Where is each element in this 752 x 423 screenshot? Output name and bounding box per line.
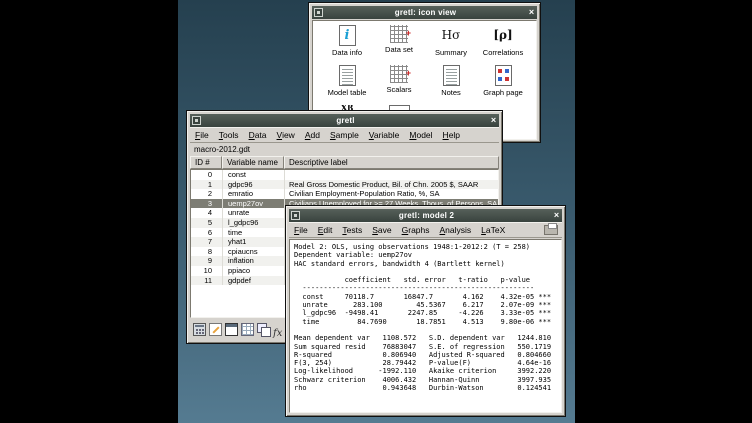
calculator-icon[interactable] [193, 323, 206, 336]
variable-id: 1 [191, 180, 223, 190]
variable-row[interactable]: 0 const [191, 170, 498, 180]
session-icon[interactable] [257, 323, 270, 336]
variable-label: Real Gross Domestic Product, Bil. of Chn… [285, 180, 498, 190]
variable-id: 10 [191, 266, 223, 276]
main-menubar: FileToolsDataViewAddSampleVariableModelH… [190, 127, 499, 143]
variable-id: 5 [191, 218, 223, 228]
menu-item-tools[interactable]: Tools [214, 127, 244, 143]
model-titlebar[interactable]: gretl: model 2 × [289, 209, 562, 222]
variable-id: 0 [191, 170, 223, 180]
menu-item-sample[interactable]: Sample [325, 127, 364, 143]
variable-label [285, 170, 498, 180]
spreadsheet-icon[interactable] [241, 323, 254, 336]
session-icon-correlations[interactable]: Correlations [477, 25, 529, 65]
window-title: gretl [203, 114, 488, 127]
session-icon-graph-page[interactable]: Graph page [477, 65, 529, 105]
variable-id: 3 [191, 199, 223, 209]
menu-item-add[interactable]: Add [300, 127, 325, 143]
session-icon-label: Data set [373, 45, 425, 54]
session-icon-notes[interactable]: Notes [425, 65, 477, 105]
main-titlebar[interactable]: gretl × [190, 114, 499, 127]
menu-item-help[interactable]: Help [438, 127, 465, 143]
variable-name: gdpc96 [223, 180, 285, 190]
menu-item-file[interactable]: File [190, 127, 214, 143]
session-icon-glyph [440, 25, 462, 46]
session-icon-label: Summary [425, 48, 477, 57]
session-icon-glyph [443, 65, 460, 86]
column-header-label[interactable]: Descriptive label [284, 156, 499, 169]
menu-item-analysis[interactable]: Analysis [435, 222, 477, 238]
menu-item-graphs[interactable]: Graphs [397, 222, 435, 238]
new-script-icon[interactable] [209, 323, 222, 336]
window-menu-icon[interactable] [291, 211, 300, 220]
menu-item-tests[interactable]: Tests [337, 222, 367, 238]
model-output-area: Model 2: OLS, using observations 1948:1-… [289, 239, 562, 413]
console-icon[interactable] [225, 323, 238, 336]
variable-id: 4 [191, 208, 223, 218]
close-icon[interactable]: × [551, 209, 562, 222]
screen: gretl: icon view × Data info Data set Su… [0, 0, 752, 423]
variable-row[interactable]: 1 gdpc96 Real Gross Domestic Product, Bi… [191, 180, 498, 190]
session-icon-glyph [495, 65, 512, 86]
session-icon-scalars[interactable]: Scalars [373, 65, 425, 105]
variable-id: 9 [191, 256, 223, 266]
variable-label: Civilian Employment-Population Ratio, %,… [285, 189, 498, 199]
icon-view-titlebar[interactable]: gretl: icon view × [312, 6, 537, 19]
menu-item-model[interactable]: Model [404, 127, 437, 143]
variable-table-header: ID # Variable name Descriptive label [190, 156, 499, 169]
model-menubar: FileEditTestsSaveGraphsAnalysisLaTeX [289, 222, 562, 238]
column-header-name[interactable]: Variable name [222, 156, 284, 169]
variable-row[interactable]: 2 emratio Civilian Employment-Population… [191, 189, 498, 199]
session-icon-glyph [390, 65, 408, 83]
session-icon-label: Model table [321, 88, 373, 97]
variable-name: unrate [223, 208, 285, 218]
session-icon-summary[interactable]: Summary [425, 25, 477, 65]
dataset-name: macro-2012.gdt [190, 143, 499, 156]
window-menu-icon[interactable] [192, 116, 201, 125]
session-icon-label: Graph page [477, 88, 529, 97]
variable-name: uemp27ov [223, 199, 285, 209]
variable-name: gdpdef [223, 276, 285, 286]
session-icon-label: Correlations [477, 48, 529, 57]
menu-item-save[interactable]: Save [367, 222, 396, 238]
variable-name: const [223, 170, 285, 180]
variable-id: 6 [191, 228, 223, 238]
session-icon-glyph [390, 25, 408, 43]
variable-id: 8 [191, 247, 223, 257]
session-icon-glyph [339, 25, 356, 46]
close-icon[interactable]: × [526, 6, 537, 19]
variable-id: 7 [191, 237, 223, 247]
column-header-id[interactable]: ID # [190, 156, 222, 169]
window-title: gretl: icon view [325, 6, 526, 19]
session-icon-label: Data info [321, 48, 373, 57]
session-icon-glyph [339, 65, 356, 86]
menu-item-variable[interactable]: Variable [364, 127, 405, 143]
variable-name: time [223, 228, 285, 238]
variable-name: yhat1 [223, 237, 285, 247]
session-icon-label: Notes [425, 88, 477, 97]
model-window: gretl: model 2 × FileEditTestsSaveGraphs… [285, 205, 566, 417]
print-icon[interactable] [544, 225, 558, 235]
variable-name: emratio [223, 189, 285, 199]
session-icon-glyph [492, 25, 514, 46]
menu-item-view[interactable]: View [272, 127, 300, 143]
menu-item-latex[interactable]: LaTeX [476, 222, 510, 238]
variable-name: ppiaco [223, 266, 285, 276]
menu-item-data[interactable]: Data [244, 127, 272, 143]
window-menu-icon[interactable] [314, 8, 323, 17]
menu-item-edit[interactable]: Edit [313, 222, 338, 238]
session-icon-label: Scalars [373, 85, 425, 94]
session-icon-data-info[interactable]: Data info [321, 25, 373, 65]
session-icon-data-set[interactable]: Data set [373, 25, 425, 65]
variable-id: 11 [191, 276, 223, 286]
close-icon[interactable]: × [488, 114, 499, 127]
model-output: Model 2: OLS, using observations 1948:1-… [294, 243, 557, 392]
variable-name: l_gdpc96 [223, 218, 285, 228]
window-title: gretl: model 2 [302, 209, 551, 222]
variable-id: 2 [191, 189, 223, 199]
menu-item-file[interactable]: File [289, 222, 313, 238]
variable-name: cpiaucns [223, 247, 285, 257]
session-icon-model-table[interactable]: Model table [321, 65, 373, 105]
variable-name: inflation [223, 256, 285, 266]
